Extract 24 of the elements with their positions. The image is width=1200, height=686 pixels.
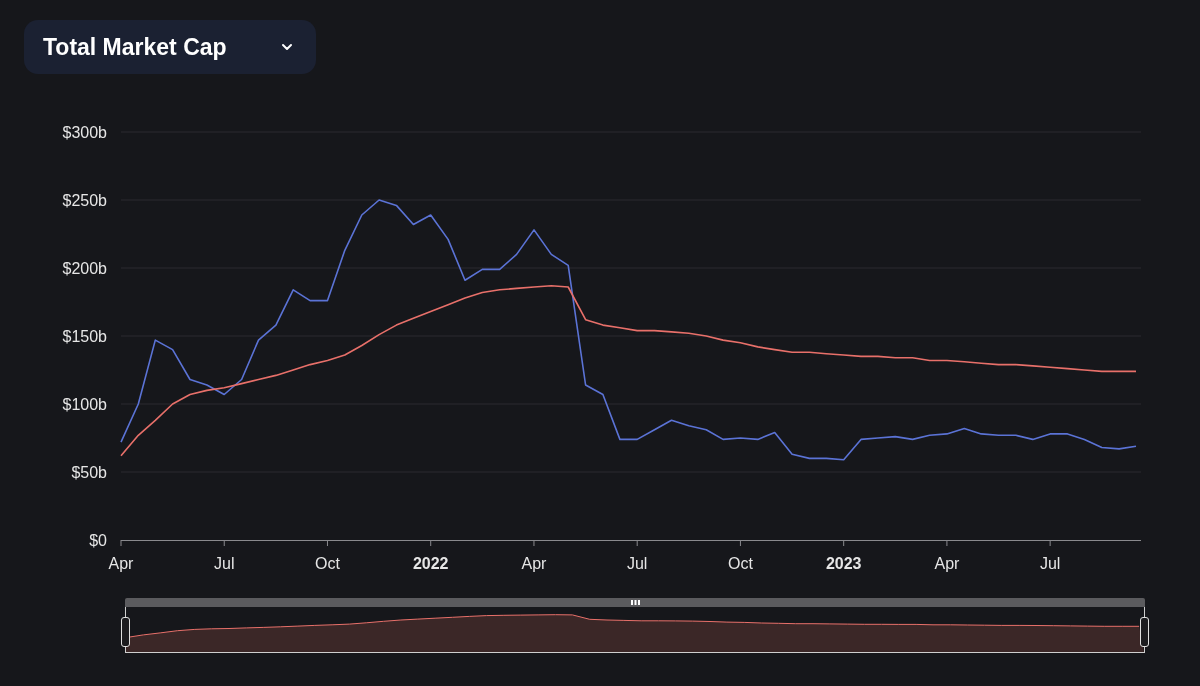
x-axis-label: 2022 — [412, 555, 449, 572]
x-axis-label: Jul — [626, 555, 648, 572]
x-axis-label: Apr — [108, 555, 134, 572]
x-axis-label: Jul — [1039, 555, 1061, 572]
range-navigator[interactable] — [125, 607, 1145, 653]
y-axis-label: $50b — [71, 464, 107, 481]
x-axis-label: Apr — [934, 555, 960, 572]
x-axis-label: Oct — [728, 555, 753, 572]
range-handle[interactable] — [1140, 617, 1149, 647]
y-axis-label: $0 — [89, 532, 107, 549]
y-axis-label: $250b — [62, 192, 107, 209]
x-axis-label: 2023 — [825, 555, 862, 572]
y-axis-label: $200b — [62, 260, 107, 277]
x-axis-label: Oct — [315, 555, 340, 572]
grip-icon — [630, 600, 640, 605]
y-axis-label: $100b — [62, 396, 107, 413]
scroll-bar[interactable] — [125, 598, 1145, 607]
range-handle[interactable] — [121, 617, 130, 647]
y-axis-label: $150b — [62, 328, 107, 345]
y-axis-label: $300b — [62, 124, 107, 141]
x-axis-label: Jul — [214, 555, 235, 572]
chevron-down-icon — [280, 42, 294, 52]
metric-dropdown[interactable]: Total Market Cap — [24, 20, 316, 74]
x-axis-label: Apr — [521, 555, 547, 572]
